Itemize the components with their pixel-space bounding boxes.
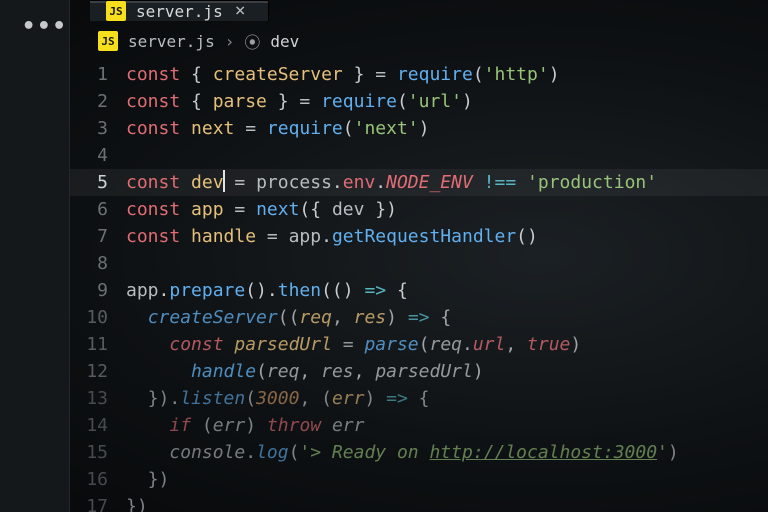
code-line[interactable]: 6 const app = next({ dev }) [70, 196, 768, 223]
line-number: 12 [70, 358, 126, 385]
breadcrumb-symbol: dev [270, 32, 299, 51]
line-number: 11 [70, 331, 126, 358]
line-number: 16 [70, 466, 126, 493]
code-line[interactable]: 2 const { parse } = require('url') [70, 88, 768, 115]
line-number: 1 [70, 61, 126, 88]
line-number: 9 [70, 277, 126, 304]
code-line[interactable]: 17 }) [70, 493, 768, 512]
code-editor: ••• JS server.js × JS server.js › ⦿ dev … [0, 0, 768, 512]
line-number: 13 [70, 385, 126, 412]
js-icon: JS [98, 31, 118, 51]
breadcrumb[interactable]: JS server.js › ⦿ dev [0, 21, 768, 61]
line-number: 2 [70, 88, 126, 115]
code-line[interactable]: 8 [70, 250, 768, 277]
code-line[interactable]: 16 }) [70, 466, 768, 493]
line-number: 15 [70, 439, 126, 466]
chevron-right-icon: › [225, 32, 235, 51]
line-number: 10 [70, 304, 126, 331]
line-number: 7 [70, 223, 126, 250]
line-number: 6 [70, 196, 126, 223]
tab-label: server.js [136, 2, 223, 21]
close-icon[interactable]: × [235, 2, 246, 20]
code-line[interactable]: 14 if (err) throw err [70, 412, 768, 439]
code-line[interactable]: 11 const parsedUrl = parse(req.url, true… [70, 331, 768, 358]
code-line[interactable]: 15 console.log('> Ready on http://localh… [70, 439, 768, 466]
line-number: 3 [70, 115, 126, 142]
line-number: 4 [70, 142, 126, 169]
code-line[interactable]: 4 [70, 142, 768, 169]
more-icon[interactable]: ••• [22, 14, 68, 39]
line-number: 17 [70, 493, 126, 512]
code-line-active[interactable]: 5 const dev = process.env.NODE_ENV !== '… [70, 169, 768, 196]
code-line[interactable]: 10 createServer((req, res) => { [70, 304, 768, 331]
code-line[interactable]: 1 const { createServer } = require('http… [70, 61, 768, 88]
line-number: 8 [70, 250, 126, 277]
js-icon: JS [106, 1, 126, 21]
code-line[interactable]: 3 const next = require('next') [70, 115, 768, 142]
tab-server-js[interactable]: JS server.js × [90, 0, 269, 21]
line-number: 14 [70, 412, 126, 439]
tab-bar: JS server.js × [0, 0, 768, 21]
code-line[interactable]: 12 handle(req, res, parsedUrl) [70, 358, 768, 385]
symbol-icon: ⦿ [244, 29, 260, 53]
code-area[interactable]: 1 const { createServer } = require('http… [0, 61, 768, 512]
code-line[interactable]: 9 app.prepare().then(() => { [70, 277, 768, 304]
code-line[interactable]: 7 const handle = app.getRequestHandler() [70, 223, 768, 250]
code-line[interactable]: 13 }).listen(3000, (err) => { [70, 385, 768, 412]
line-number: 5 [70, 169, 126, 196]
breadcrumb-file: server.js [128, 32, 215, 51]
